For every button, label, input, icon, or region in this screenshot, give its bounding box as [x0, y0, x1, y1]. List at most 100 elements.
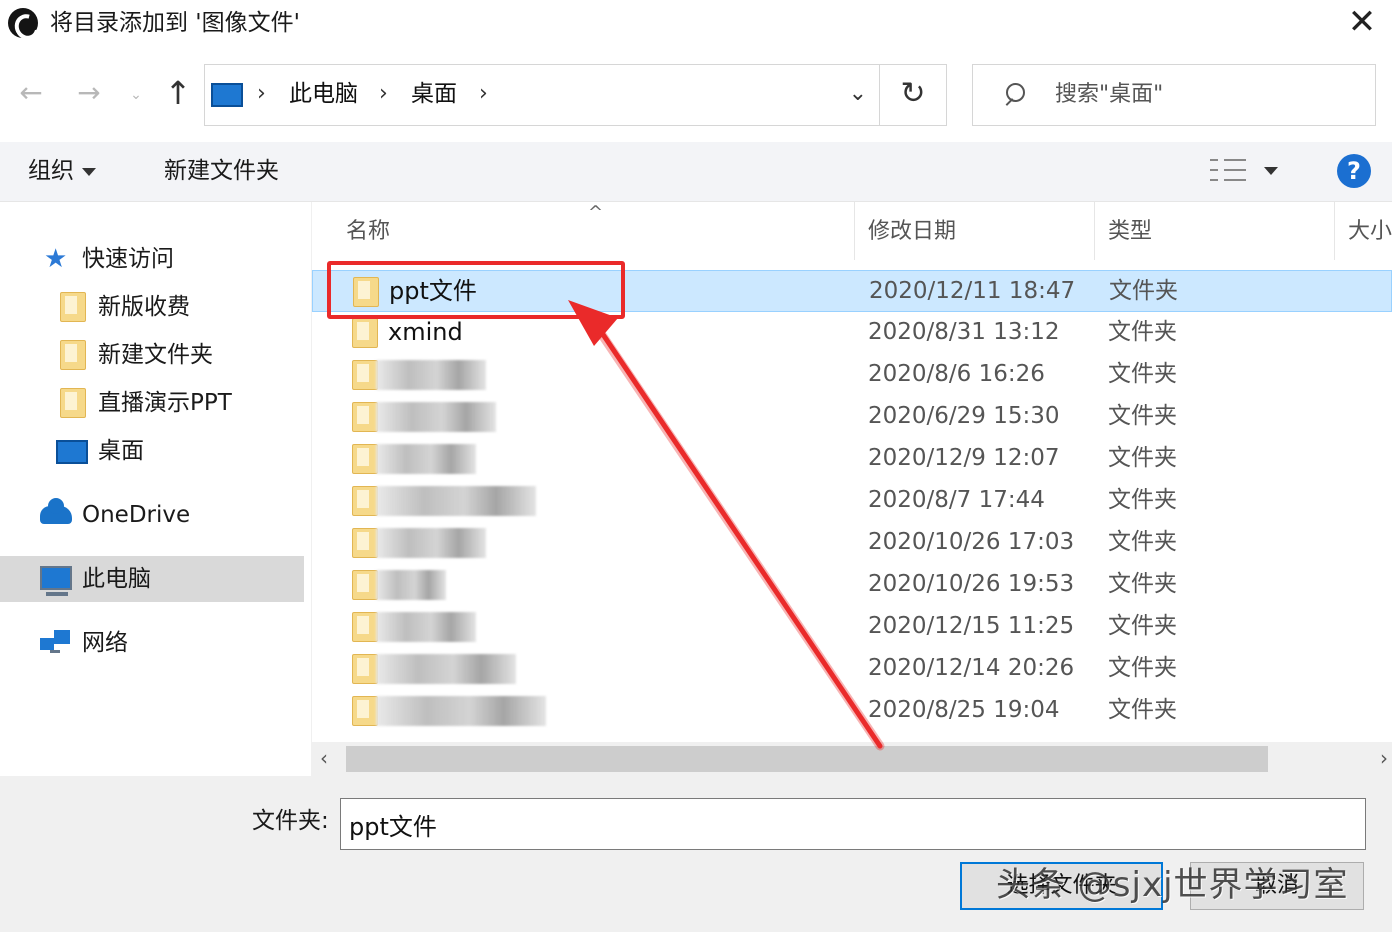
- sidebar-item-quick-access[interactable]: ★ 快速访问: [0, 236, 304, 282]
- blurred-file-name: [376, 612, 476, 642]
- view-options-icon[interactable]: [1210, 157, 1246, 183]
- new-folder-button[interactable]: 新建文件夹: [164, 154, 279, 188]
- file-date: 2020/6/29 15:30: [868, 403, 1060, 429]
- table-row[interactable]: 2020/6/29 15:30 文件夹: [312, 396, 1392, 438]
- obs-app-icon: [8, 8, 38, 38]
- forward-button[interactable]: →: [72, 78, 106, 112]
- search-placeholder: 搜索"桌面": [1055, 82, 1164, 107]
- recent-locations-chevron-icon[interactable]: ⌄: [126, 78, 146, 112]
- title-bar: 将目录添加到 '图像文件' ✕: [0, 0, 1392, 46]
- star-icon: ★: [44, 244, 68, 274]
- organize-menu-button[interactable]: 组织: [28, 154, 96, 188]
- folder-icon: [352, 486, 378, 516]
- file-name: xmind: [388, 318, 463, 346]
- monitor-icon: [211, 83, 243, 107]
- folder-icon: [352, 318, 378, 348]
- folder-icon: [60, 292, 86, 322]
- address-bar[interactable]: › 此电脑 › 桌面 › ⌄: [204, 64, 880, 126]
- column-divider[interactable]: [1334, 202, 1335, 260]
- file-type: 文件夹: [1108, 445, 1177, 471]
- sidebar-item-this-pc[interactable]: 此电脑: [0, 556, 304, 602]
- sidebar-item-label: 此电脑: [82, 566, 151, 592]
- column-header-name[interactable]: 名称: [346, 216, 390, 248]
- sidebar-item-network[interactable]: 网络: [0, 620, 304, 666]
- sidebar-item-label: 新版收费: [98, 294, 190, 320]
- file-date: 2020/12/11 18:47: [869, 278, 1076, 304]
- file-date: 2020/8/7 17:44: [868, 487, 1045, 513]
- sidebar-item-label: 快速访问: [82, 246, 174, 272]
- file-date: 2020/8/6 16:26: [868, 361, 1045, 387]
- navigation-bar: ← → ⌄ ↑ › 此电脑 › 桌面 › ⌄ ↻ 搜索"桌面": [0, 46, 1392, 142]
- blurred-file-name: [376, 360, 486, 390]
- table-row[interactable]: 2020/8/25 19:04 文件夹: [312, 690, 1392, 732]
- computer-icon: [40, 566, 72, 596]
- file-date: 2020/10/26 17:03: [868, 529, 1075, 555]
- file-type: 文件夹: [1108, 319, 1177, 345]
- breadcrumb-separator: ›: [379, 81, 388, 106]
- file-type: 文件夹: [1108, 361, 1177, 387]
- table-row[interactable]: 2020/12/14 20:26 文件夹: [312, 648, 1392, 690]
- folder-icon: [352, 444, 378, 474]
- sidebar-item-desktop[interactable]: 桌面: [0, 428, 304, 474]
- table-row[interactable]: 2020/10/26 19:53 文件夹: [312, 564, 1392, 606]
- scrollbar-thumb[interactable]: [346, 746, 1268, 772]
- desktop-icon: [56, 440, 88, 464]
- address-dropdown-chevron-icon[interactable]: ⌄: [849, 79, 867, 109]
- help-icon[interactable]: ?: [1337, 154, 1371, 188]
- refresh-button[interactable]: ↻: [880, 64, 947, 126]
- sidebar-item-label: 桌面: [98, 438, 144, 464]
- window-title: 将目录添加到 '图像文件': [50, 10, 300, 36]
- folder-icon: [352, 696, 378, 726]
- breadcrumb-desktop[interactable]: 桌面: [411, 77, 457, 111]
- sidebar-item-live-demo-ppt[interactable]: 直播演示PPT: [0, 380, 304, 426]
- table-row[interactable]: 2020/12/15 11:25 文件夹: [312, 606, 1392, 648]
- sidebar-item-new-folder[interactable]: 新建文件夹: [0, 332, 304, 378]
- annotation-highlight-box: [327, 261, 625, 319]
- scroll-right-arrow-icon[interactable]: ›: [1380, 746, 1388, 770]
- file-type: 文件夹: [1109, 278, 1178, 304]
- file-date: 2020/12/14 20:26: [868, 655, 1075, 681]
- table-row[interactable]: 2020/10/26 17:03 文件夹: [312, 522, 1392, 564]
- folder-name-input[interactable]: [340, 798, 1366, 850]
- table-row[interactable]: 2020/12/9 12:07 文件夹: [312, 438, 1392, 480]
- breadcrumb-this-pc[interactable]: 此电脑: [289, 77, 358, 111]
- sidebar-item-label: 直播演示PPT: [98, 390, 232, 416]
- sidebar-item-label: OneDrive: [82, 502, 191, 528]
- folder-icon: [352, 612, 378, 642]
- sidebar-item-label: 网络: [82, 630, 128, 656]
- column-header-size[interactable]: 大小: [1348, 216, 1392, 248]
- blurred-file-name: [376, 402, 496, 432]
- sidebar-item-onedrive[interactable]: OneDrive: [0, 492, 304, 538]
- sidebar-item-new-charge[interactable]: 新版收费: [0, 284, 304, 330]
- table-row[interactable]: 2020/8/7 17:44 文件夹: [312, 480, 1392, 522]
- folder-icon: [352, 528, 378, 558]
- column-header-date[interactable]: 修改日期: [868, 216, 956, 248]
- column-divider[interactable]: [1094, 202, 1095, 260]
- horizontal-scrollbar[interactable]: ‹ ›: [312, 742, 1392, 776]
- file-type: 文件夹: [1108, 655, 1177, 681]
- blurred-file-name: [376, 696, 546, 726]
- blurred-file-name: [376, 528, 486, 558]
- blurred-file-name: [376, 570, 446, 600]
- scroll-left-arrow-icon[interactable]: ‹: [320, 746, 328, 770]
- file-date: 2020/8/31 13:12: [868, 319, 1060, 345]
- up-button[interactable]: ↑: [160, 77, 196, 112]
- close-button[interactable]: ✕: [1342, 4, 1382, 42]
- navigation-pane: ★ 快速访问 新版收费 新建文件夹 直播演示PPT 桌面 OneDrive 此电…: [0, 202, 312, 776]
- back-button[interactable]: ←: [14, 78, 48, 112]
- folder-icon: [60, 388, 86, 418]
- sidebar-item-label: 新建文件夹: [98, 342, 213, 368]
- view-dropdown-caret-icon[interactable]: [1264, 167, 1278, 175]
- file-date: 2020/10/26 19:53: [868, 571, 1075, 597]
- column-divider[interactable]: [854, 202, 855, 260]
- watermark-text: 头条 @sjxj世界学习室: [996, 865, 1349, 905]
- organize-label: 组织: [28, 158, 74, 184]
- column-header-type[interactable]: 类型: [1108, 216, 1152, 248]
- file-date: 2020/12/9 12:07: [868, 445, 1060, 471]
- file-type: 文件夹: [1108, 403, 1177, 429]
- file-type: 文件夹: [1108, 571, 1177, 597]
- breadcrumb-separator: ›: [257, 81, 266, 106]
- breadcrumb-separator: ›: [479, 81, 488, 106]
- search-box[interactable]: 搜索"桌面": [972, 64, 1376, 126]
- table-row[interactable]: 2020/8/6 16:26 文件夹: [312, 354, 1392, 396]
